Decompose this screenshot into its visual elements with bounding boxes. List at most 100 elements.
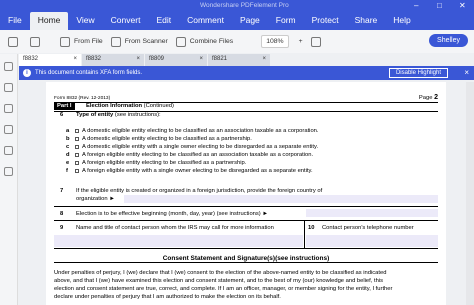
consent-line-3: election and consent statement are true,…	[54, 286, 393, 292]
option-letter: f	[66, 168, 68, 174]
checkbox[interactable]	[75, 137, 79, 141]
menu-share[interactable]: Share	[347, 12, 386, 30]
checkbox[interactable]	[75, 169, 79, 173]
info-icon: i	[23, 69, 31, 77]
divider	[54, 248, 438, 249]
maximize-icon[interactable]: □	[437, 1, 442, 10]
checkbox[interactable]	[75, 161, 79, 165]
tab-doc-1[interactable]: f8832 ×	[19, 54, 81, 66]
fit-button[interactable]	[310, 36, 325, 47]
q8-number: 8	[60, 211, 64, 217]
contact-name-field[interactable]	[54, 235, 303, 247]
option-letter: e	[66, 160, 70, 166]
q6-option-c: c A domestic eligible entity with a singl…	[66, 144, 318, 151]
comment-icon[interactable]	[4, 125, 13, 134]
tab-label: f8832	[86, 56, 102, 62]
menu-home[interactable]: Home	[29, 12, 69, 30]
page-label: Page	[418, 95, 433, 101]
q9-text: Name and title of contact person whom th…	[76, 225, 274, 231]
hand-tool[interactable]	[8, 36, 22, 47]
from-file-button[interactable]: From File	[60, 36, 103, 47]
divider	[304, 221, 305, 248]
xfa-notice-bar: i This document contains XFA form fields…	[19, 66, 474, 80]
close-icon[interactable]: ×	[136, 56, 140, 64]
tab-label: f8821	[212, 56, 228, 62]
home-icon[interactable]	[4, 62, 13, 71]
option-text: A domestic eligible entity electing to b…	[82, 136, 252, 142]
notice-text: This document contains XFA form fields.	[35, 70, 143, 76]
consent-line-1: Under penalties of perjury, I (we) decla…	[54, 270, 387, 276]
menu-form[interactable]: Form	[268, 12, 304, 30]
option-letter: d	[66, 152, 70, 158]
effective-date-field[interactable]	[306, 209, 438, 217]
thumbnail-icon[interactable]	[4, 104, 13, 113]
checkbox[interactable]	[75, 145, 79, 149]
vertical-scrollbar[interactable]	[466, 82, 474, 305]
close-icon[interactable]: ✕	[459, 1, 466, 10]
q6-option-f: f A foreign eligible entity with a single…	[66, 168, 313, 175]
consent-see: (see instructions)	[275, 255, 330, 262]
divider	[54, 206, 438, 207]
pdf-page: Form 8832 (Rev. 12-2013) Page 2 Part I E…	[46, 82, 446, 305]
menu-bar: File Home View Convert Edit Comment Page…	[0, 12, 419, 30]
close-icon[interactable]: ×	[262, 56, 266, 64]
menu-file[interactable]: File	[0, 12, 30, 30]
option-text: A foreign eligible entity electing to be…	[82, 160, 247, 166]
close-icon[interactable]: ×	[73, 56, 77, 64]
consent-line-4: declare under penalties of perjury that …	[54, 294, 281, 300]
q6-option-b: b A domestic eligible entity electing to …	[66, 136, 252, 143]
q7-text-2: organization ►	[76, 196, 115, 202]
tab-doc-2[interactable]: f8832 ×	[82, 54, 144, 66]
menu-protect[interactable]: Protect	[304, 12, 347, 30]
checkbox[interactable]	[75, 153, 79, 157]
q8-label: Election is to be effective beginning (m…	[76, 211, 261, 217]
part-subtitle: (Continued)	[143, 103, 174, 109]
q6-question: Type of entity (see instructions):	[76, 112, 161, 119]
q6-number: 6	[60, 112, 64, 118]
search-icon[interactable]	[4, 167, 13, 176]
close-icon[interactable]: ×	[464, 68, 469, 77]
attachment-icon[interactable]	[4, 146, 13, 155]
minimize-icon[interactable]: –	[414, 1, 418, 10]
select-tool[interactable]	[30, 36, 44, 47]
folder-icon	[60, 36, 70, 47]
q9-number: 9	[60, 225, 64, 231]
combine-icon	[175, 36, 186, 47]
left-sidebar	[0, 54, 18, 305]
combine-files-button[interactable]: Combine Files	[175, 36, 233, 47]
q10-number: 10	[308, 225, 315, 231]
checkbox[interactable]	[75, 129, 79, 133]
document-tabs: f8832 × f8832 × f8809 × f8821 ×	[19, 54, 271, 66]
menu-view[interactable]: View	[68, 12, 102, 30]
q6-text: Type of entity	[76, 112, 114, 118]
zoom-in-button[interactable]: +	[299, 38, 303, 45]
page-number: 2	[434, 94, 438, 101]
option-text: A foreign eligible entity with a single …	[82, 168, 313, 174]
option-letter: b	[66, 136, 70, 142]
foreign-country-field[interactable]	[124, 195, 438, 203]
part-title: Election Information (Continued)	[86, 103, 174, 110]
scanner-icon	[110, 36, 121, 47]
hand-icon	[8, 36, 18, 47]
menu-comment[interactable]: Comment	[179, 12, 232, 30]
menu-page[interactable]: Page	[232, 12, 268, 30]
q7-label: organization	[76, 196, 108, 202]
tab-doc-4[interactable]: f8821 ×	[208, 54, 270, 66]
q6-option-e: e A foreign eligible entity electing to b…	[66, 160, 246, 167]
menu-edit[interactable]: Edit	[148, 12, 179, 30]
bookmark-icon[interactable]	[4, 83, 13, 92]
disable-highlight-button[interactable]: Disable Highlight	[388, 68, 448, 78]
option-letter: c	[66, 144, 70, 150]
menu-help[interactable]: Help	[385, 12, 418, 30]
q10-text: Contact person's telephone number	[322, 225, 414, 231]
close-icon[interactable]: ×	[199, 56, 203, 64]
fit-icon	[310, 36, 321, 47]
menu-convert[interactable]: Convert	[103, 12, 149, 30]
from-scanner-button[interactable]: From Scanner	[110, 36, 168, 47]
part-label: Part I	[54, 103, 75, 111]
cursor-icon	[30, 36, 40, 47]
contact-phone-field[interactable]	[306, 235, 438, 247]
zoom-select[interactable]: 108%	[261, 35, 289, 48]
tab-doc-3[interactable]: f8809 ×	[145, 54, 207, 66]
user-button[interactable]: Shelley	[429, 34, 468, 47]
